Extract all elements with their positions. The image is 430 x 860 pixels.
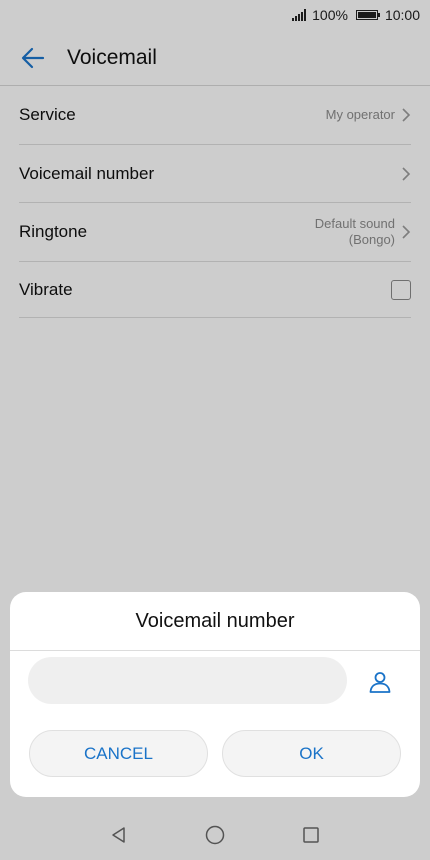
cancel-button[interactable]: CANCEL	[29, 730, 208, 777]
ok-button[interactable]: OK	[222, 730, 401, 777]
dialog-title: Voicemail number	[135, 610, 295, 632]
voicemail-number-input[interactable]	[28, 657, 347, 704]
dialog-divider	[10, 650, 420, 651]
voicemail-number-dialog: Voicemail number CANCEL OK	[10, 592, 420, 797]
contact-person-icon[interactable]	[368, 670, 392, 694]
